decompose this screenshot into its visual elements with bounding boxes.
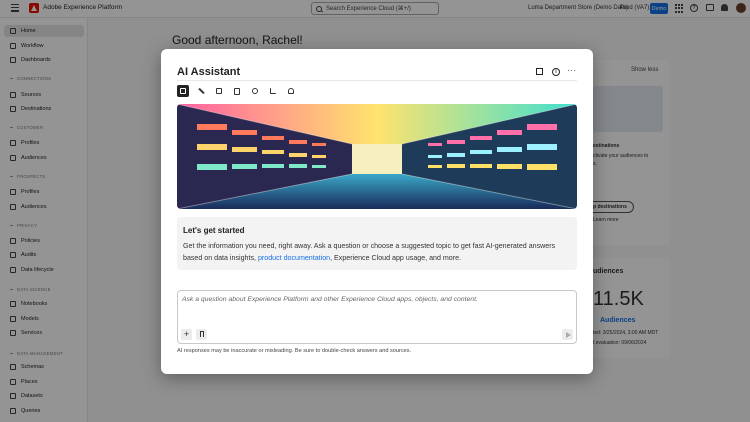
more-options-icon[interactable]: ···	[567, 67, 576, 76]
dialog-title: AI Assistant	[177, 66, 241, 78]
product-documentation-link[interactable]: product documentation	[258, 254, 330, 262]
expand-icon[interactable]	[536, 68, 543, 75]
settings-gear-icon[interactable]	[249, 85, 261, 97]
ai-disclaimer: AI responses may be inaccurate or mislea…	[177, 348, 412, 354]
getting-started-panel: Let's get started Get the information yo…	[177, 217, 577, 270]
chart-icon[interactable]	[267, 85, 279, 97]
edit-icon[interactable]	[195, 85, 207, 97]
getting-started-title: Let's get started	[183, 226, 245, 235]
send-icon[interactable]	[562, 329, 573, 340]
question-input-placeholder: Ask a question about Experience Platform…	[182, 296, 478, 303]
assistant-toolbar	[177, 85, 297, 97]
bookmark-icon[interactable]	[196, 329, 207, 340]
divider	[177, 80, 577, 81]
getting-started-body: Get the information you need, right away…	[183, 242, 556, 262]
add-attachment-button[interactable]: +	[181, 329, 192, 340]
ai-assistant-dialog: AI Assistant i ··· Let's get started Get…	[161, 49, 593, 374]
copy-icon[interactable]	[213, 85, 225, 97]
info-icon[interactable]: i	[552, 68, 560, 76]
question-input[interactable]: Ask a question about Experience Platform…	[177, 290, 577, 344]
hero-illustration	[177, 104, 577, 209]
chat-mode-icon[interactable]	[177, 85, 189, 97]
users-icon[interactable]	[285, 85, 297, 97]
document-icon[interactable]	[231, 85, 243, 97]
